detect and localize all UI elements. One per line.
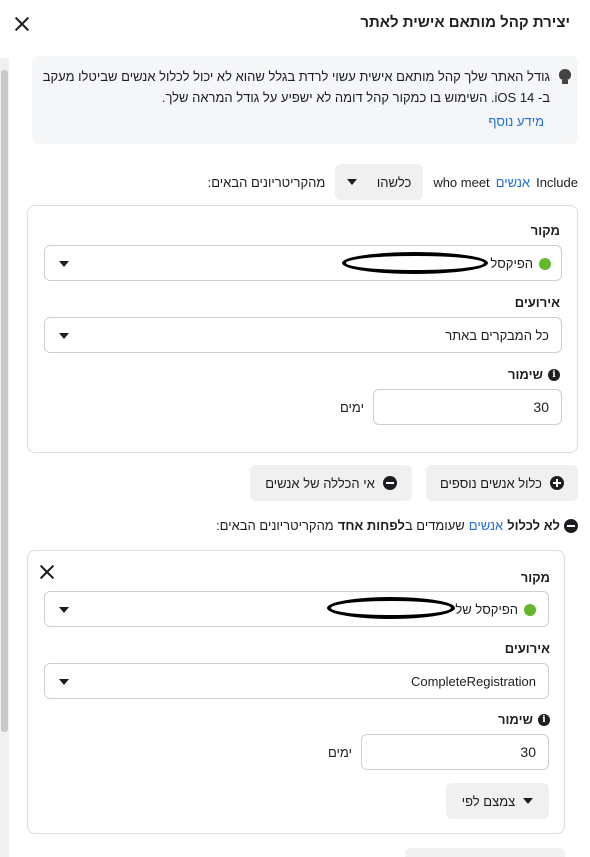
retention-input[interactable]: 30 [361, 734, 549, 770]
minus-circle-icon[interactable] [564, 518, 578, 533]
close-icon[interactable] [12, 14, 32, 34]
redaction-mark [342, 252, 488, 274]
retention-label: שימור [498, 712, 533, 727]
at-least-one: לפחות אחד [337, 518, 405, 533]
remove-criteria-icon[interactable] [38, 563, 56, 581]
chevron-down-icon [59, 679, 69, 685]
chevron-down-icon [347, 179, 358, 185]
dialog-title: יצירת קהל מותאם אישית לאתר [360, 14, 570, 31]
chevron-down-icon [59, 333, 69, 339]
retention-unit: ימים [328, 745, 352, 760]
who-meet-text: who meet [433, 174, 490, 190]
include-more-label: כלול אנשים נוספים [439, 475, 543, 491]
people-link[interactable]: אנשים [469, 518, 503, 533]
narrow-by-button[interactable]: צמצם לפי [446, 783, 549, 819]
events-label: אירועים [504, 641, 550, 656]
source-value: הפיקסל [490, 256, 533, 271]
events-label: אירועים [514, 295, 560, 310]
source-select[interactable]: הפיקסל [44, 245, 562, 281]
include-criteria-row: מהקריטריונים הבאים: כלשהו who meet אנשים… [208, 164, 578, 200]
plus-circle-icon [550, 476, 565, 490]
events-select[interactable]: CompleteRegistration [44, 663, 549, 699]
retention-label: שימור [508, 367, 543, 382]
retention-label-row: שימור i [508, 367, 560, 382]
info-icon[interactable]: i [548, 368, 560, 381]
info-icon[interactable]: i [538, 713, 550, 726]
match-any-value: כלשהו [376, 174, 412, 190]
exclude-suffix: מהקריטריונים הבאים: [216, 518, 334, 533]
include-more-people-button[interactable]: כלול אנשים נוספים [426, 465, 578, 501]
exclude-label: אי הכללה של אנשים [265, 475, 375, 491]
events-value: כל המבקרים באתר [445, 328, 549, 343]
minus-circle-icon [382, 476, 397, 490]
redaction-mark [327, 597, 455, 619]
next-button-partial[interactable] [405, 848, 565, 857]
source-label: מקור [530, 223, 560, 238]
retention-unit: ימים [340, 400, 364, 415]
scrollbar-thumb[interactable] [1, 70, 8, 732]
exclude-criteria-row: לא לכלול אנשים שעומדים ב לפחות אחד מהקריט… [216, 518, 578, 533]
source-value: הפיקסל של [455, 602, 518, 617]
source-label: מקור [520, 570, 550, 585]
include-suffix: מהקריטריונים הבאים: [207, 174, 326, 190]
include-prefix: Include [536, 174, 578, 190]
exclude-middle: שעומדים ב [404, 518, 465, 533]
people-link[interactable]: אנשים [496, 175, 530, 190]
source-select[interactable]: הפיקסל של [44, 591, 549, 627]
info-text: גודל האתר שלך קהל מותאם אישית עשוי לרדת … [42, 69, 550, 105]
exclude-people-button[interactable]: אי הכללה של אנשים [250, 465, 412, 501]
events-select[interactable]: כל המבקרים באתר [44, 317, 562, 353]
chevron-down-icon [59, 607, 69, 613]
chevron-down-icon [59, 261, 69, 267]
status-dot-icon [539, 258, 551, 270]
learn-more-link[interactable]: מידע נוסף [488, 114, 544, 129]
lightbulb-icon [558, 69, 572, 85]
match-any-dropdown[interactable]: כלשהו [335, 164, 424, 200]
chevron-down-icon [523, 798, 534, 804]
events-value: CompleteRegistration [410, 674, 536, 689]
narrow-by-label: צמצם לפי [461, 793, 516, 809]
retention-input[interactable]: 30 [373, 389, 562, 425]
retention-label-row: שימור i [498, 712, 550, 727]
status-dot-icon [524, 604, 536, 616]
exclude-bold: לא לכלול [507, 518, 560, 533]
